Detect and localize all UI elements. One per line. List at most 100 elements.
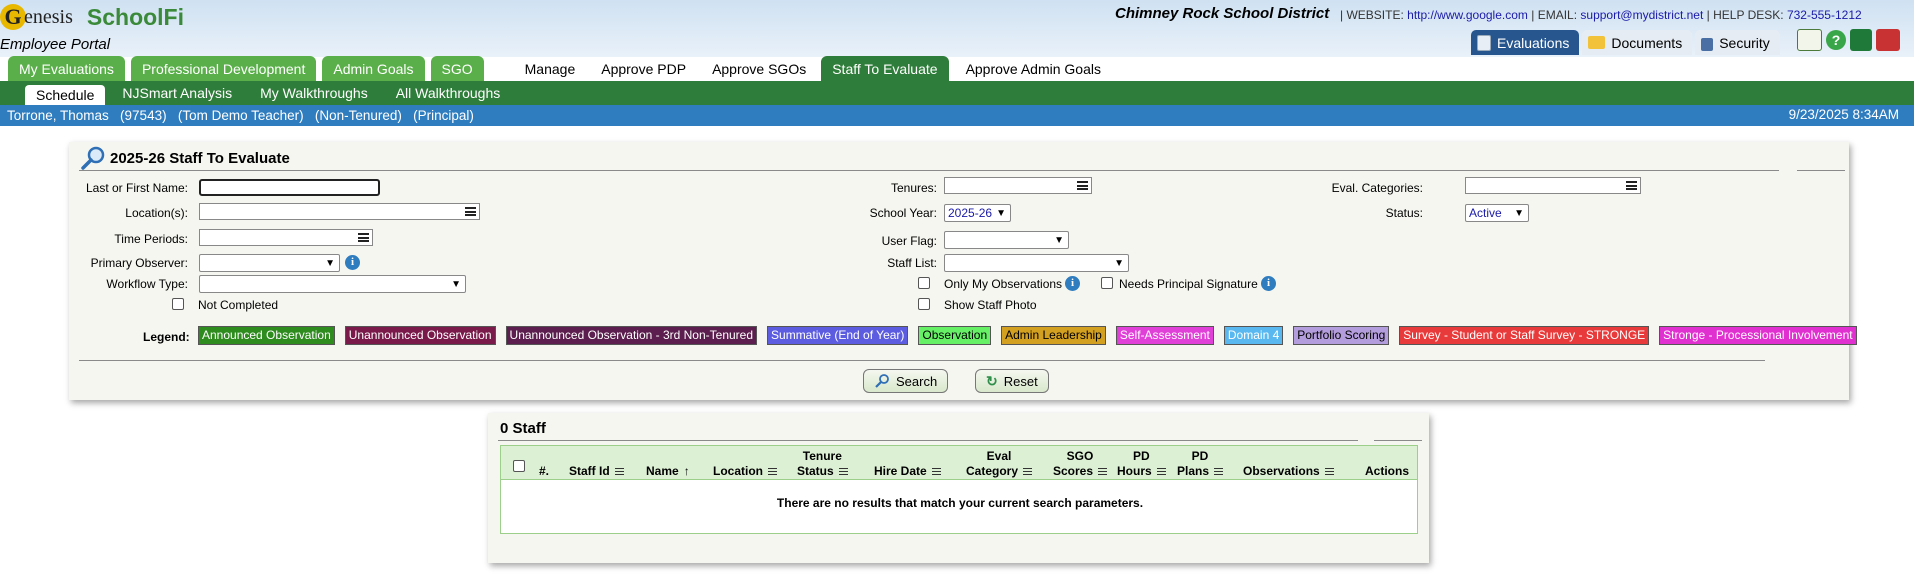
show-staff-photo-checkbox[interactable]: [918, 298, 930, 310]
search-panel-title: 2025-26 Staff To Evaluate: [81, 146, 290, 170]
subtab-my-walkthroughs[interactable]: My Walkthroughs: [249, 83, 379, 103]
excel-icon[interactable]: [1850, 29, 1872, 51]
legend-item: Summative (End of Year): [767, 326, 909, 345]
tab-approve-sgos[interactable]: Approve SGOs: [701, 56, 817, 81]
info-icon[interactable]: i: [1261, 276, 1276, 291]
tab-approve-admin-goals[interactable]: Approve Admin Goals: [955, 56, 1112, 81]
logo-schoolfi-text: SchoolFi: [86, 3, 185, 30]
tab-professional-development[interactable]: Professional Development: [130, 56, 317, 81]
column-header-name[interactable]: Name ↑: [646, 464, 690, 479]
column-menu-icon[interactable]: [768, 468, 777, 476]
workflow-type-select[interactable]: ▼: [199, 275, 466, 293]
column-header-tenure-status[interactable]: Tenure Status: [797, 449, 848, 479]
logout-icon[interactable]: [1876, 29, 1900, 51]
column-header-pd-hours[interactable]: PD Hours: [1117, 449, 1166, 479]
legend-item: Self-Assessment: [1115, 326, 1214, 345]
status-select[interactable]: Active ▼: [1465, 204, 1529, 222]
column-menu-icon[interactable]: [1098, 468, 1108, 476]
subtab-all-walkthroughs[interactable]: All Walkthroughs: [385, 83, 512, 103]
user-info-bar: Torrone, Thomas (97543) (Tom Demo Teache…: [0, 105, 1914, 126]
column-label: Observations: [1243, 464, 1320, 478]
page-title: 2025-26 Staff To Evaluate: [110, 149, 290, 167]
results-title: 0 Staff: [500, 420, 546, 437]
list-menu-icon[interactable]: [1077, 181, 1088, 190]
column-header-staff-id[interactable]: Staff Id: [569, 464, 624, 479]
user-flag-label: User Flag:: [881, 234, 937, 248]
column-header-pd-plans[interactable]: PD Plans: [1177, 449, 1224, 479]
timestamp: 9/23/2025 8:34AM: [1788, 107, 1899, 122]
refresh-icon: ↻: [986, 372, 998, 389]
tab-documents[interactable]: Documents: [1582, 30, 1693, 55]
chevron-down-icon: ▼: [451, 279, 461, 290]
genesis-logo[interactable]: G enesis SchoolFi: [0, 2, 184, 32]
tenures-input[interactable]: [944, 177, 1092, 194]
list-menu-icon[interactable]: [358, 233, 369, 242]
column-menu-icon[interactable]: [1214, 468, 1224, 476]
subtab-njsmart-analysis[interactable]: NJSmart Analysis: [111, 83, 243, 103]
website-link[interactable]: http://www.google.com: [1407, 8, 1528, 22]
tab-sgo[interactable]: SGO: [430, 56, 484, 81]
column-label: Name: [646, 464, 679, 478]
helpdesk-phone[interactable]: 732-555-1212: [1787, 8, 1862, 22]
name-input[interactable]: [199, 179, 380, 196]
contact-info: | WEBSITE: http://www.google.com | EMAIL…: [1340, 8, 1862, 22]
tab-my-evaluations[interactable]: My Evaluations: [8, 56, 125, 81]
column-header-number[interactable]: #.: [539, 464, 549, 479]
module-tabs: Evaluations Documents Security: [1471, 30, 1780, 55]
column-menu-icon[interactable]: [1023, 468, 1033, 476]
school-year-select[interactable]: 2025-26 ▼: [944, 204, 1011, 222]
list-menu-icon[interactable]: [1626, 181, 1637, 190]
user-flag-select[interactable]: ▼: [944, 231, 1069, 249]
tab-evaluations[interactable]: Evaluations: [1471, 30, 1580, 55]
tab-security[interactable]: Security: [1695, 30, 1780, 55]
time-periods-label: Time Periods:: [114, 232, 188, 246]
list-menu-icon[interactable]: [465, 207, 476, 216]
help-icon[interactable]: ?: [1826, 30, 1846, 50]
column-menu-icon[interactable]: [931, 468, 941, 476]
tab-approve-pdp[interactable]: Approve PDP: [590, 56, 697, 81]
tab-manage[interactable]: Manage: [514, 56, 587, 81]
column-label-line1: PD: [1133, 449, 1150, 463]
only-my-observations-checkbox[interactable]: [918, 277, 930, 289]
column-header-observations[interactable]: Observations: [1243, 464, 1334, 479]
column-menu-icon[interactable]: [614, 468, 624, 476]
eval-categories-input[interactable]: [1465, 177, 1641, 194]
chevron-down-icon: ▼: [996, 208, 1006, 219]
tab-label: Evaluations: [1497, 34, 1570, 51]
search-button[interactable]: Search: [863, 369, 949, 393]
column-label: Hours: [1117, 464, 1152, 478]
column-header-sgo-scores[interactable]: SGO Scores: [1053, 449, 1108, 479]
sort-ascending-icon[interactable]: ↑: [684, 464, 690, 478]
legend-item: Admin Leadership: [1001, 326, 1106, 345]
tab-admin-goals[interactable]: Admin Goals: [322, 56, 425, 81]
staff-list-select[interactable]: ▼: [944, 254, 1129, 272]
needs-principal-signature-checkbox[interactable]: [1101, 277, 1113, 289]
tab-staff-to-evaluate[interactable]: Staff To Evaluate: [821, 56, 949, 81]
column-menu-icon[interactable]: [1324, 468, 1334, 476]
reset-button[interactable]: ↻ Reset: [975, 369, 1049, 393]
column-header-eval-category[interactable]: Eval Category: [966, 449, 1033, 479]
column-header-hire-date[interactable]: Hire Date: [874, 464, 941, 479]
column-label: Plans: [1177, 464, 1210, 478]
time-periods-input[interactable]: [199, 229, 373, 246]
legend-item: Survey - Student or Staff Survey - STRON…: [1399, 326, 1650, 345]
locations-input[interactable]: [199, 203, 480, 220]
column-menu-icon[interactable]: [1156, 468, 1166, 476]
reset-button-label: Reset: [1003, 373, 1038, 389]
not-completed-checkbox[interactable]: [172, 298, 184, 310]
email-label: EMAIL:: [1537, 8, 1578, 22]
select-all-checkbox[interactable]: [513, 460, 525, 472]
column-menu-icon[interactable]: [838, 468, 848, 476]
magnifier-icon: [81, 146, 105, 170]
column-header-location[interactable]: Location: [713, 464, 777, 479]
legend-label: Legend:: [143, 330, 190, 344]
email-link[interactable]: support@mydistrict.net: [1580, 8, 1703, 22]
subtab-schedule[interactable]: Schedule: [25, 85, 106, 105]
chevron-down-icon: ▼: [1114, 258, 1124, 269]
column-label: Hire Date: [874, 464, 927, 478]
mail-icon[interactable]: [1797, 29, 1822, 51]
info-icon[interactable]: i: [1065, 276, 1080, 291]
primary-observer-select[interactable]: ▼: [199, 254, 340, 272]
legend: Announced Observation Unannounced Observa…: [198, 326, 1857, 345]
info-icon[interactable]: i: [345, 255, 360, 270]
